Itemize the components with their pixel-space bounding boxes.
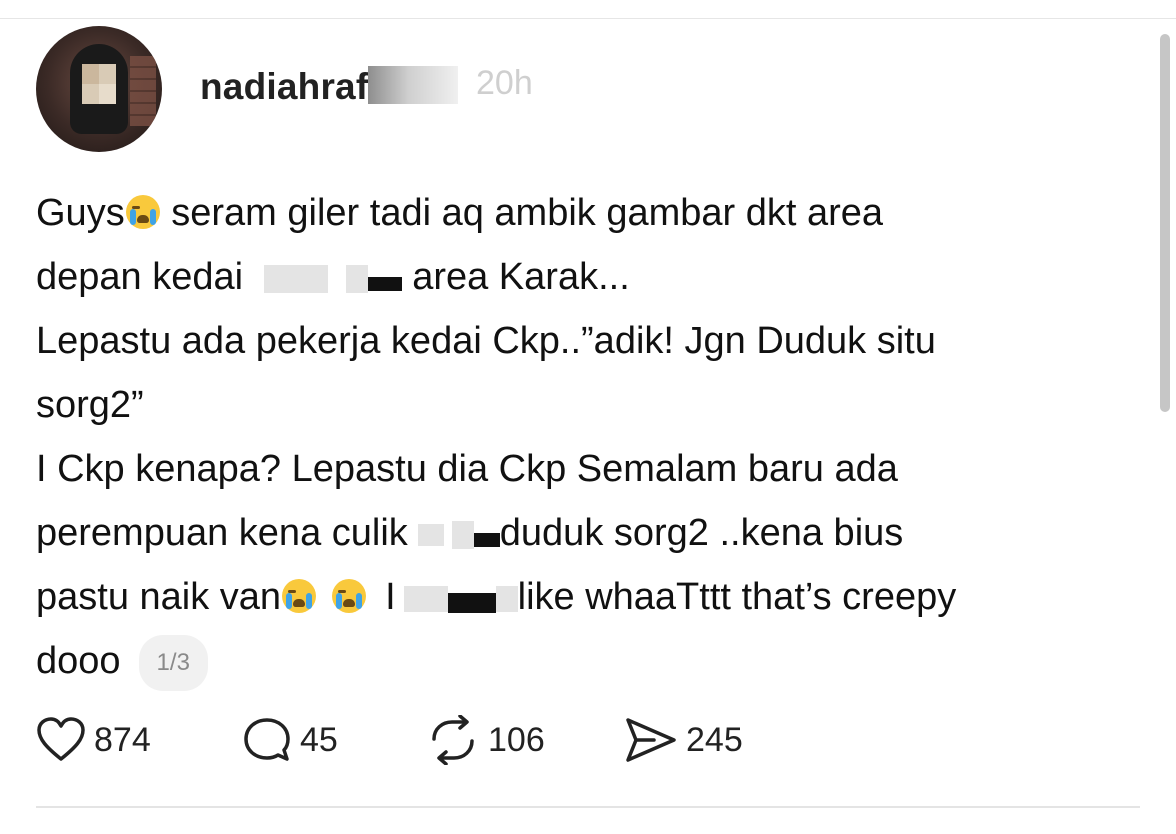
redaction-block: [473, 533, 500, 547]
avatar-background: [130, 56, 156, 126]
share-count: 245: [686, 720, 743, 759]
post-text: seram giler tadi aq ambik gambar dkt are…: [160, 192, 884, 234]
post-line: Guys seram giler tadi aq ambik gambar dk…: [36, 181, 1126, 245]
comment-count: 45: [300, 720, 338, 759]
redaction-block: [447, 593, 496, 613]
repost-icon: [432, 715, 474, 765]
redaction-block: [495, 585, 518, 612]
post-text: perempuan kena culik: [36, 512, 408, 554]
repost-count: 106: [488, 720, 545, 759]
loudly-crying-face-icon: [282, 579, 317, 613]
redaction-block: [403, 585, 448, 612]
post-text: pastu naik van: [36, 576, 282, 618]
post-text: I Ckp kenapa? Lepastu dia Ckp Semalam ba…: [36, 448, 898, 490]
heart-icon: [37, 717, 85, 761]
repost-button[interactable]: 106: [426, 715, 545, 765]
share-button[interactable]: 245: [624, 715, 743, 765]
username[interactable]: nadiahrafi: [200, 66, 379, 108]
post-text: depan kedai: [36, 256, 254, 298]
post-text: dooo: [36, 640, 121, 682]
comment-icon: [244, 718, 290, 761]
post-line: depan kedai area Karak...: [36, 245, 1126, 309]
post-line: sorg2”: [36, 373, 1126, 437]
post-text: like whaaTttt that’s creepy: [517, 576, 957, 618]
loudly-crying-face-icon: [125, 195, 160, 229]
post-line: pastu naik van Ilike whaaTttt that’s cree…: [36, 565, 1126, 629]
avatar-pixel: [82, 64, 99, 84]
loudly-crying-face-icon: [332, 579, 367, 613]
like-count: 874: [94, 720, 151, 759]
comment-button[interactable]: 45: [242, 715, 338, 765]
post-text: area Karak...: [401, 256, 630, 298]
avatar-pixel: [99, 84, 116, 104]
scrollbar[interactable]: [1160, 34, 1170, 412]
post-line: I Ckp kenapa? Lepastu dia Ckp Semalam ba…: [36, 437, 1126, 501]
send-icon: [626, 718, 676, 762]
post-text: Lepastu ada pekerja kedai Ckp..”adik! Jg…: [36, 320, 936, 362]
post-line: Lepastu ada pekerja kedai Ckp..”adik! Jg…: [36, 309, 1126, 373]
post-text: I: [385, 576, 396, 618]
top-divider: [0, 18, 1176, 19]
bottom-divider: [36, 806, 1140, 808]
redaction-block: [263, 264, 328, 293]
page-indicator[interactable]: 1/3: [138, 634, 208, 691]
post-line: dooo 1/3: [36, 629, 1126, 693]
post-line: perempuan kena culik duduk sorg2 ..kena b…: [36, 501, 1126, 565]
username-redaction: [368, 66, 458, 104]
redaction-block: [367, 277, 402, 291]
redaction-block: [345, 264, 368, 293]
timestamp: 20h: [476, 64, 533, 102]
redaction-block: [417, 523, 444, 546]
like-button[interactable]: 874: [36, 715, 151, 765]
post-text: sorg2”: [36, 384, 144, 426]
post-text: Guys: [36, 192, 125, 234]
post-body: Guys seram giler tadi aq ambik gambar dk…: [36, 181, 1126, 693]
avatar[interactable]: [36, 26, 162, 152]
post-text: duduk sorg2 ..kena bius: [499, 512, 904, 554]
redaction-block: [451, 520, 474, 549]
